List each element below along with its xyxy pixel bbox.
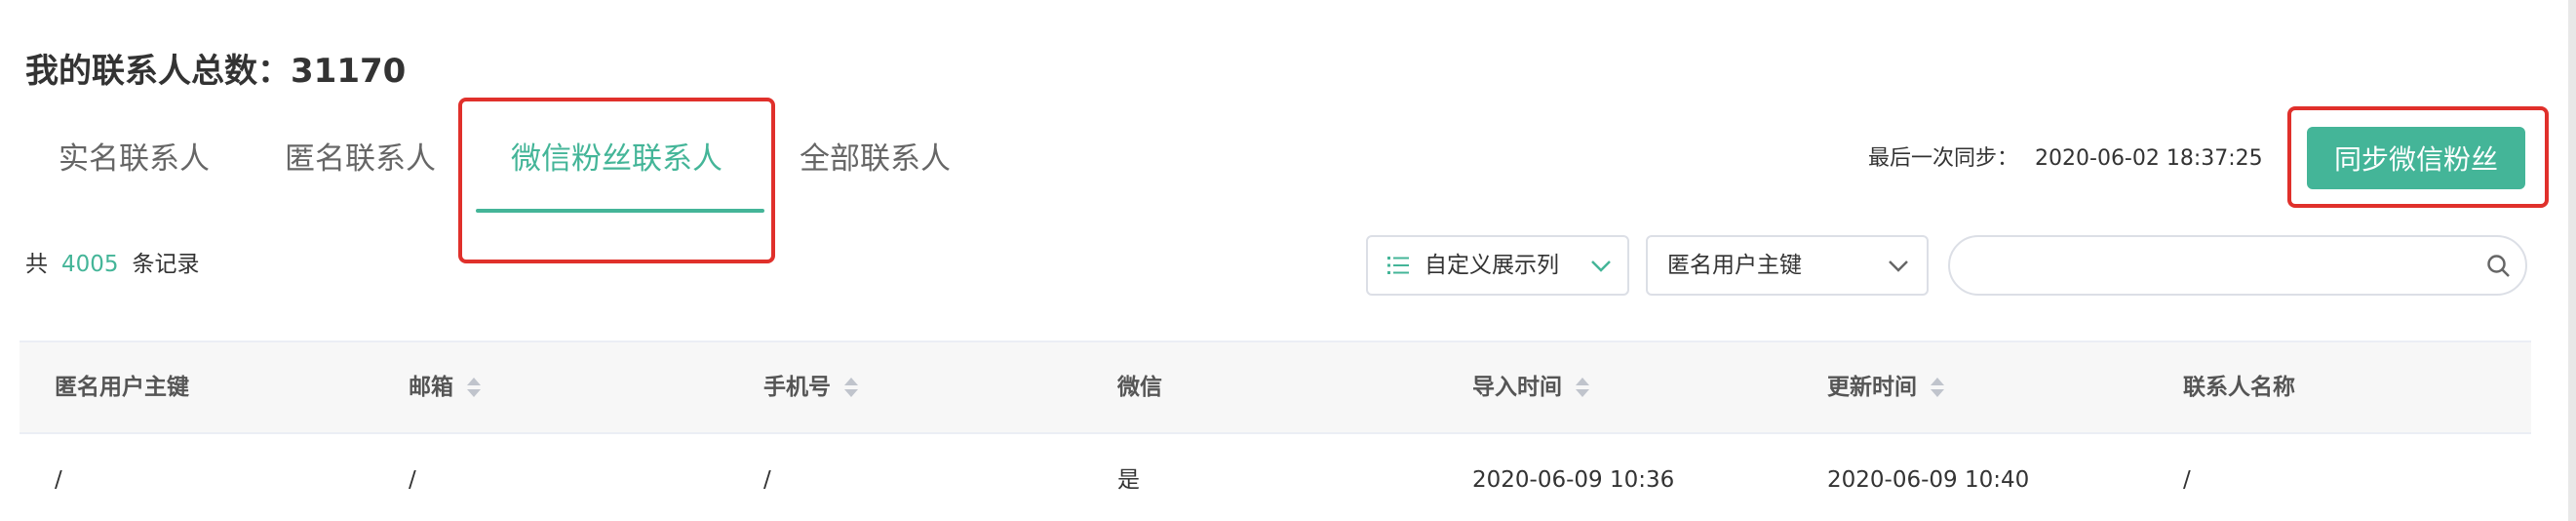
page-title: 我的联系人总数：31170 <box>25 52 407 91</box>
record-count-line: 共 4005 条记录 <box>25 249 200 280</box>
chevron-down-icon <box>1590 259 1612 277</box>
column-header-label: 联系人名称 <box>2183 375 2295 400</box>
table-cell: / <box>55 467 62 493</box>
table-cell: / <box>763 467 771 493</box>
last-sync-label: 最后一次同步： <box>1868 146 2019 171</box>
list-icon <box>1387 256 1409 279</box>
last-sync-text: 最后一次同步： 2020-06-02 18:37:25 <box>1868 143 2263 175</box>
table-cell: 2020-06-09 10:36 <box>1472 467 1675 493</box>
sort-icon[interactable] <box>467 378 481 397</box>
table-header <box>20 341 2531 434</box>
column-header-label: 邮箱 <box>409 375 453 400</box>
highlight-box-wechat-tab <box>458 98 775 263</box>
sort-icon[interactable] <box>844 378 858 397</box>
custom-columns-button[interactable]: 自定义展示列 <box>1366 235 1629 296</box>
column-header-label: 微信 <box>1117 375 1162 400</box>
search-input[interactable] <box>1970 245 2461 288</box>
table-cell: 是 <box>1117 467 1140 493</box>
column-header-contact-name: 联系人名称 <box>2183 372 2295 403</box>
search-box[interactable] <box>1948 235 2527 296</box>
table-cell: / <box>409 467 416 493</box>
key-field-select[interactable]: 匿名用户主键 <box>1646 235 1929 296</box>
column-header-wechat: 微信 <box>1117 372 1162 403</box>
column-header-label: 导入时间 <box>1472 375 1562 400</box>
sort-icon[interactable] <box>1931 378 1944 397</box>
tab-real-name-contacts[interactable]: 实名联系人 <box>59 135 210 183</box>
sort-icon[interactable] <box>1576 378 1589 397</box>
column-header-label: 更新时间 <box>1827 375 1917 400</box>
record-count-prefix: 共 <box>25 252 48 277</box>
search-icon[interactable] <box>2486 254 2512 283</box>
chevron-down-icon <box>1888 259 1909 277</box>
tab-anonymous-contacts[interactable]: 匿名联系人 <box>285 135 436 183</box>
record-count-suffix: 条记录 <box>132 252 200 277</box>
custom-columns-label: 自定义展示列 <box>1425 253 1559 278</box>
column-header-email[interactable]: 邮箱 <box>409 372 481 403</box>
column-header-anonymous-key: 匿名用户主键 <box>55 372 189 403</box>
column-header-import-time[interactable]: 导入时间 <box>1472 372 1589 403</box>
last-sync-time: 2020-06-02 18:37:25 <box>2035 146 2263 171</box>
key-field-select-value: 匿名用户主键 <box>1667 253 1802 278</box>
column-header-update-time[interactable]: 更新时间 <box>1827 372 1944 403</box>
column-header-label: 手机号 <box>763 375 831 400</box>
column-header-label: 匿名用户主键 <box>55 375 189 400</box>
table-cell: / <box>2183 467 2191 493</box>
record-count: 4005 <box>61 252 119 277</box>
tab-all-contacts[interactable]: 全部联系人 <box>800 135 951 183</box>
sync-wechat-fans-button[interactable]: 同步微信粉丝 <box>2307 127 2525 189</box>
column-header-phone[interactable]: 手机号 <box>763 372 858 403</box>
scrollbar[interactable] <box>2568 0 2576 521</box>
table-cell: 2020-06-09 10:40 <box>1827 467 2030 493</box>
